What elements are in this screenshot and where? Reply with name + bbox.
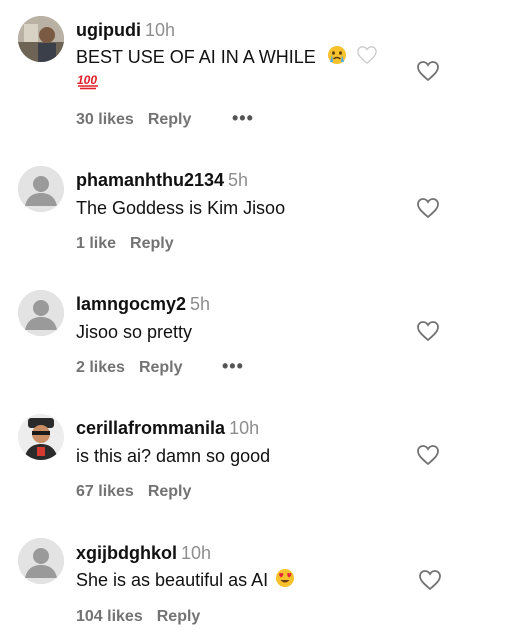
crying-face-emoji-icon [327,45,347,71]
heart-outline-icon[interactable] [416,444,440,466]
comment-timestamp: 10h [144,20,176,40]
more-options-icon[interactable]: ••• [232,108,254,129]
white-heart-emoji-icon [356,45,378,71]
default-avatar-icon[interactable] [18,538,64,584]
reply-button[interactable]: Reply [157,608,201,625]
comment-body: is this ai? damn so good [76,446,271,466]
comment-text: BEST USE OF AI IN A WHILE [76,45,378,71]
comment-username[interactable]: phamanhthu2134 [76,170,224,190]
like-count[interactable]: 1 like [76,235,116,252]
comment-body: BEST USE OF AI IN A WHILE [76,47,316,67]
comment-timestamp: 5h [228,170,249,190]
comment-username[interactable]: ugipudi [76,20,141,40]
comment-item: ugipudi 10h BEST USE OF AI IN A WHILE 100 [0,0,512,140]
comment-username[interactable]: lamngocmy2 [76,294,186,314]
comment-body: Jisoo so pretty [76,322,193,342]
like-count[interactable]: 2 likes [76,359,125,376]
more-options-icon[interactable]: ••• [222,356,244,377]
comment-timestamp: 10h [181,543,212,563]
heart-outline-icon[interactable] [416,197,440,219]
svg-text:100: 100 [77,73,97,87]
reply-button[interactable]: Reply [139,359,183,376]
default-avatar-icon[interactable] [18,290,64,336]
reply-button[interactable]: Reply [148,111,192,128]
like-count[interactable]: 67 likes [76,483,134,500]
comment-username[interactable]: xgijbdghkol [76,543,177,563]
avatar[interactable] [18,414,64,460]
heart-outline-icon[interactable] [416,60,440,82]
comment-text: She is as beautiful as AI [76,568,295,594]
default-avatar-icon[interactable] [18,166,64,212]
heart-outline-icon[interactable] [418,569,442,591]
reply-button[interactable]: Reply [148,483,192,500]
like-count[interactable]: 104 likes [76,608,143,625]
comment-timestamp: 10h [229,418,260,438]
hundred-points-emoji-icon: 100 [76,72,102,95]
comment-username[interactable]: cerillafrommanila [76,418,225,438]
like-count[interactable]: 30 likes [76,111,134,128]
comment-body: She is as beautiful as AI [76,570,269,590]
reply-button[interactable]: Reply [130,235,174,252]
comment-timestamp: 5h [190,294,211,314]
heart-outline-icon[interactable] [416,320,440,342]
comment-body: The Goddess is Kim Jisoo [76,198,286,218]
heart-eyes-emoji-icon [275,568,295,594]
avatar[interactable] [18,16,64,62]
